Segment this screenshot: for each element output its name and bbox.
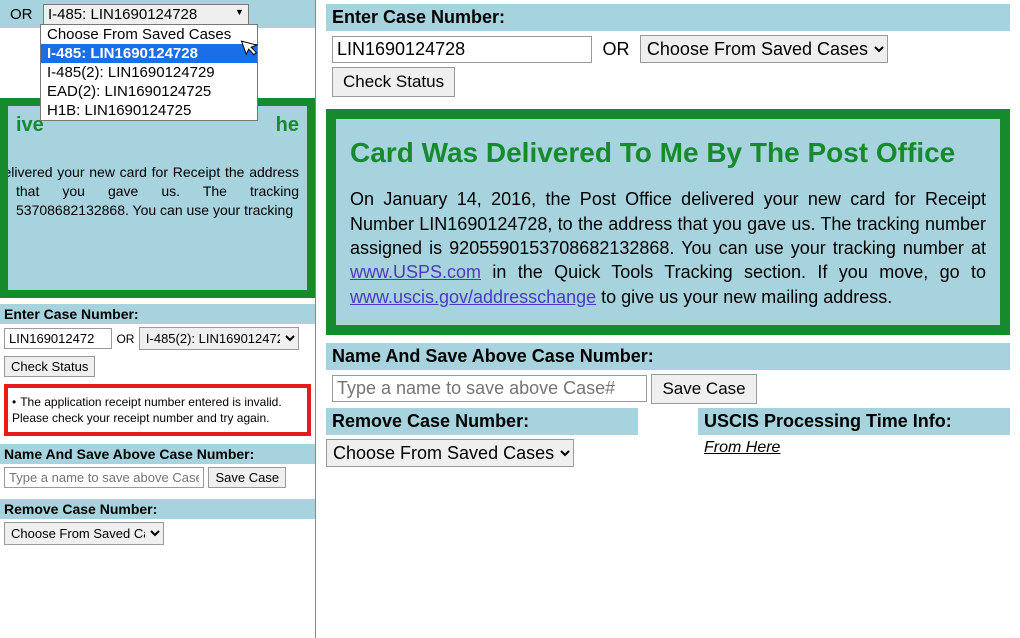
remove-case-select[interactable]: Choose From Saved Cases (326, 439, 574, 467)
error-message-text: The application receipt number entered i… (12, 395, 282, 425)
saved-cases-select[interactable]: Choose From Saved Cases (640, 35, 888, 63)
usps-link[interactable]: www.USPS.com (350, 262, 481, 282)
enter-case-label-left: Enter Case Number: (0, 304, 315, 324)
saved-cases-select-top-left[interactable]: I-485: LIN1690124728 (43, 4, 249, 25)
status-body-text-1: On January 14, 2016, the Post Office del… (350, 189, 986, 258)
left-panel: OR I-485: LIN1690124728 Choose From Save… (0, 0, 316, 638)
bullet-icon: • (12, 395, 16, 409)
save-case-button-left[interactable]: Save Case (208, 467, 286, 488)
check-status-button-left[interactable]: Check Status (4, 356, 95, 377)
dropdown-option-placeholder[interactable]: Choose From Saved Cases (41, 25, 257, 44)
status-body-text-3: to give us your new mailing address. (596, 287, 892, 307)
case-number-input[interactable] (332, 36, 592, 63)
dropdown-option-selected[interactable]: I-485: LIN1690124728 (41, 44, 257, 63)
status-box: Card Was Delivered To Me By The Post Off… (326, 109, 1010, 335)
status-title: Card Was Delivered To Me By The Post Off… (350, 135, 986, 171)
status-title-fragment-right: he (276, 114, 299, 137)
processing-time-label: USCIS Processing Time Info: (698, 408, 1010, 435)
or-label: OR (602, 39, 629, 59)
from-here-link[interactable]: From Here (704, 439, 780, 456)
right-panel: Enter Case Number: OR Choose From Saved … (316, 0, 1020, 638)
remove-case-select-left[interactable]: Choose From Saved Cases (4, 522, 164, 545)
enter-case-label: Enter Case Number: (326, 4, 1010, 31)
dropdown-option-3[interactable]: EAD(2): LIN1690124725 (41, 82, 257, 101)
uscis-link[interactable]: www.uscis.gov/addresschange (350, 287, 596, 307)
name-save-label-left: Name And Save Above Case Number: (0, 444, 315, 464)
case-number-input-left[interactable] (4, 328, 112, 349)
saved-cases-dropdown-open[interactable]: Choose From Saved Cases I-485: LIN169012… (40, 24, 258, 121)
status-body: On January 14, 2016, the Post Office del… (350, 187, 986, 308)
status-box-left: ive he t Office delivered your new card … (0, 98, 315, 298)
save-case-button[interactable]: Save Case (651, 374, 756, 404)
or-label-left: OR (10, 6, 33, 23)
remove-case-label-left: Remove Case Number: (0, 499, 315, 519)
saved-cases-select-mid-left[interactable]: I-485(2): LIN1690124729 (139, 327, 299, 350)
dropdown-option-2[interactable]: I-485(2): LIN1690124729 (41, 63, 257, 82)
status-body-text-2: in the Quick Tools Tracking section. If … (481, 262, 986, 282)
check-status-button[interactable]: Check Status (332, 67, 455, 97)
name-save-label: Name And Save Above Case Number: (326, 343, 1010, 370)
status-body-fragment: t Office delivered your new card for Rec… (16, 163, 299, 220)
save-case-name-input[interactable] (332, 375, 647, 402)
save-case-name-input-left[interactable] (4, 467, 204, 488)
or-label-left-2: OR (116, 332, 134, 346)
remove-case-label: Remove Case Number: (326, 408, 638, 435)
dropdown-option-4[interactable]: H1B: LIN1690124725 (41, 101, 257, 120)
error-message-box: •The application receipt number entered … (4, 384, 311, 436)
